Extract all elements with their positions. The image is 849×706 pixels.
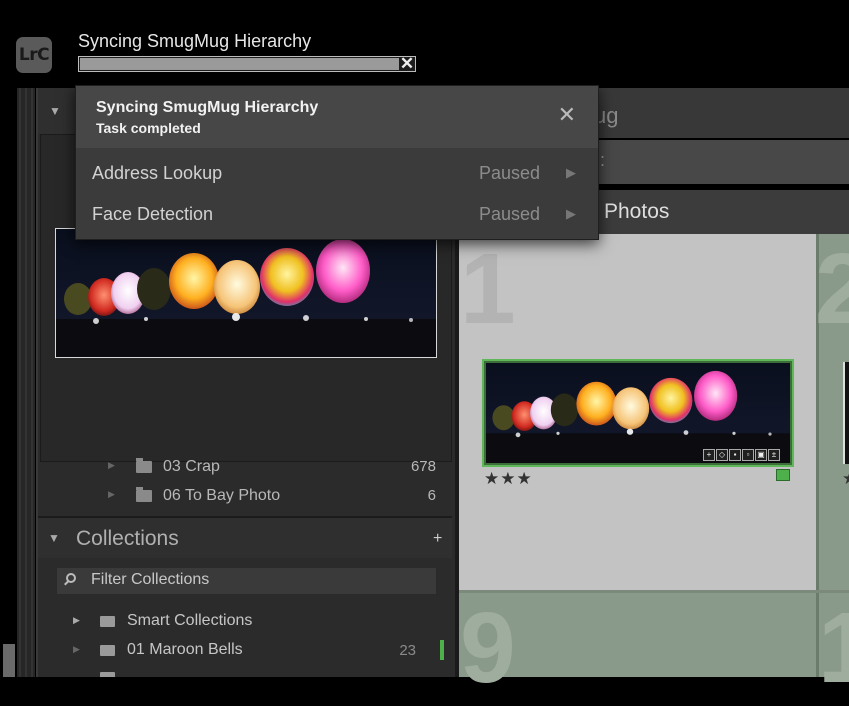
collection-name: 01 Maroon Bells xyxy=(127,641,243,658)
collection-name: Smart Collections xyxy=(127,612,253,629)
close-icon[interactable]: ✕ xyxy=(399,55,415,72)
expand-triangle-icon[interactable]: ▶ xyxy=(73,615,80,626)
photo-thumbnail[interactable] xyxy=(843,362,849,464)
star-rating[interactable]: ★ xyxy=(842,469,849,489)
collections-title: Collections xyxy=(76,527,179,550)
thumbnail-badges: + ◇ ▪ ▫ ▣ ± xyxy=(703,449,780,463)
collection-badge-icon[interactable]: ▫ xyxy=(742,449,754,461)
task-name: Face Detection xyxy=(92,204,214,224)
collection-icon xyxy=(100,672,115,677)
folder-icon xyxy=(136,458,152,473)
navigator-photo[interactable] xyxy=(55,228,437,358)
star-rating[interactable]: ★★★ xyxy=(484,469,533,489)
collection-icon xyxy=(100,645,115,656)
collection-count: 23 xyxy=(399,642,416,659)
smart-collection-set-icon xyxy=(100,616,115,627)
task-status: Paused xyxy=(478,204,540,224)
expand-triangle-icon[interactable]: ▶ xyxy=(73,644,80,655)
color-label-green[interactable] xyxy=(776,469,790,481)
expand-triangle-icon[interactable]: ▶ xyxy=(108,489,115,500)
comment-badge-icon[interactable]: ▪ xyxy=(729,449,741,461)
folder-name: 03 Crap xyxy=(163,458,220,475)
popup-header: Syncing SmugMug Hierarchy Task completed… xyxy=(76,86,598,148)
collection-row[interactable]: ▶ 01 Maroon Bells 23 xyxy=(40,637,450,665)
activity-center-popup: Syncing SmugMug Hierarchy Task completed… xyxy=(75,85,599,240)
grid-section-title: Photos xyxy=(604,200,670,223)
folder-row[interactable]: ▶ 06 To Bay Photo 6 xyxy=(40,483,450,511)
popup-title: Syncing SmugMug Hierarchy xyxy=(96,99,319,116)
keyword-badge-icon[interactable]: ◇ xyxy=(716,449,728,461)
task-status: Paused xyxy=(478,163,540,183)
publish-status-marker xyxy=(440,640,444,660)
left-scrollbar-thumb[interactable] xyxy=(3,644,15,677)
crop-badge-icon[interactable]: + xyxy=(703,449,715,461)
collapse-triangle-icon[interactable]: ▼ xyxy=(49,104,61,118)
app-logo: LrC xyxy=(16,37,52,73)
develop-badge-icon[interactable]: ▣ xyxy=(755,449,767,461)
collapse-triangle-icon[interactable]: ▼ xyxy=(48,531,60,545)
filter-collections-placeholder: Filter Collections xyxy=(91,571,210,588)
grid-cell-index: 2 xyxy=(815,233,849,345)
popup-subtitle: Task completed xyxy=(96,120,201,136)
collection-row[interactable]: ▶ Smart Collections xyxy=(40,608,450,636)
expand-triangle-icon[interactable]: ▶ xyxy=(108,460,115,471)
grid-cell-index: 1 xyxy=(460,233,516,345)
play-icon[interactable]: ▶ xyxy=(566,206,576,222)
close-icon[interactable]: ✕ xyxy=(558,104,576,126)
adjust-badge-icon[interactable]: ± xyxy=(768,449,780,461)
sync-status-title[interactable]: Syncing SmugMug Hierarchy xyxy=(78,31,311,52)
grid-cell-index: 1 xyxy=(818,592,849,704)
task-name: Address Lookup xyxy=(92,163,223,183)
task-row-face-detection: Face Detection Paused ▶ xyxy=(76,195,598,235)
task-row-address-lookup: Address Lookup Paused ▶ xyxy=(76,154,598,194)
add-collection-button[interactable]: + xyxy=(433,530,442,548)
play-icon[interactable]: ▶ xyxy=(566,165,576,181)
sync-progress-bar[interactable]: ✕ xyxy=(78,55,416,72)
folder-icon xyxy=(136,487,152,502)
grid-cell-index: 9 xyxy=(460,592,516,704)
photo-thumbnail[interactable] xyxy=(486,363,790,463)
left-panel-scrollbar[interactable] xyxy=(17,88,35,677)
folder-count: 6 xyxy=(427,487,436,504)
library-filter-label: : xyxy=(600,150,606,170)
collection-row[interactable] xyxy=(40,666,450,677)
folder-row[interactable]: ▶ 03 Crap 678 xyxy=(40,454,450,482)
folder-count: 678 xyxy=(410,458,436,475)
folder-name: 06 To Bay Photo xyxy=(163,487,281,504)
sync-progress-fill xyxy=(80,58,400,70)
